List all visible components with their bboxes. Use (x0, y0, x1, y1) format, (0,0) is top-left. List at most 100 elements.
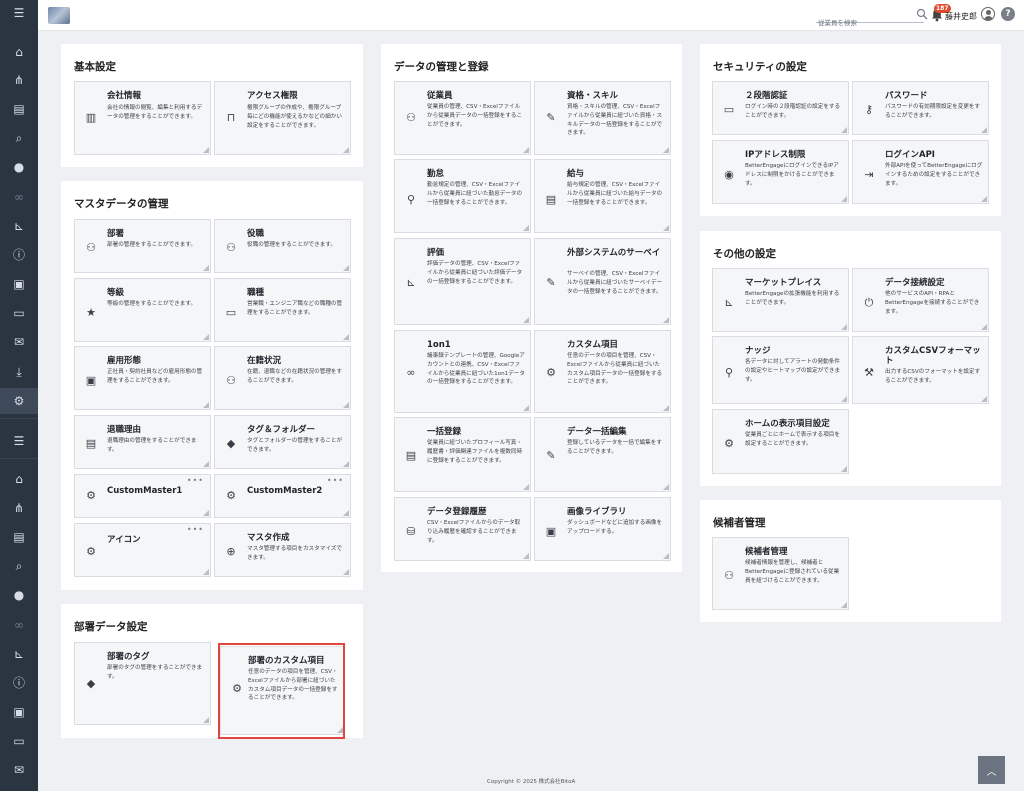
book-icon[interactable]: ▭ (0, 302, 38, 324)
badge-icon[interactable]: ▣ (0, 701, 38, 723)
home-icon[interactable]: ⌂ (0, 468, 38, 490)
card-title: 会社情報 (107, 91, 142, 101)
card-image-library[interactable]: ▣ 画像ライブラリ ダッシュボードなどに追加する画像をアップロードする。 (534, 497, 671, 561)
home-icon[interactable]: ⌂ (0, 41, 38, 63)
company-logo[interactable] (48, 7, 70, 24)
card-custom-csv-format[interactable]: ⚒ カスタムCSVフォーマット 出力するCSVのフォーマットを設定することができ… (852, 336, 989, 404)
card-title: 在籍状況 (247, 356, 282, 366)
chat-icon[interactable]: ● (0, 584, 38, 606)
card-description: 他のサービスのAPI・RPAとBetterEngageを接続することができます。 (885, 291, 980, 315)
more-options-icon[interactable]: ••• (327, 477, 344, 485)
panel-data-management: データの管理と登録 ⚇ 従業員 従業員の管理、CSV・Excelファイルから従業… (381, 44, 682, 572)
card-description: 給与規定の管理、CSV・Excelファイルから従業員に紐づいた給与データの一括登… (567, 182, 663, 206)
help-button[interactable]: ? (1001, 7, 1015, 21)
card-qualifications-skills[interactable]: ✎ 資格・スキル 資格・スキルの管理、CSV・Excelファイルから従業員に紐づ… (534, 81, 671, 155)
card-employees[interactable]: ⚇ 従業員 従業員の管理、CSV・Excelファイルから従業員データの一括登録を… (394, 81, 531, 155)
card-grade[interactable]: ★ 等級 等級の管理をすることができます。 (74, 278, 211, 342)
badge-icon[interactable]: ▣ (0, 273, 38, 295)
info-icon[interactable]: ⓘ (0, 244, 38, 266)
card-marketplace[interactable]: ⊾ マーケットプレイス BetterEngageの拡張機能を利用することができま… (712, 268, 849, 332)
scroll-to-top-button[interactable]: ︿ (978, 756, 1005, 784)
card-description: タグとフォルダーの管理をすることができます。 (247, 438, 343, 453)
search-icon[interactable] (916, 8, 928, 20)
home-settings-icon: ⚙ (724, 436, 734, 450)
user-name[interactable]: 藤井史郎 (945, 11, 977, 22)
highlight-box (218, 643, 345, 739)
card-description: 任意のデータの項目を管理、CSV・Excelファイルから従業員に紐づいたカスタム… (567, 353, 663, 386)
employee-search (816, 10, 924, 29)
card-employment-type[interactable]: ▣ 雇用形態 正社員・契約社員などの雇用形態の管理をすることができます。 (74, 346, 211, 410)
org-chart-icon[interactable]: ⋔ (0, 69, 38, 91)
card-enrollment-status[interactable]: ⚇ 在籍状況 在籍、退職などの在籍状況の管理をすることができます。 (214, 346, 351, 410)
card-evaluation[interactable]: ⊾ 評価 評価データの管理、CSV・Excelファイルから従業員に紐づいた評価デ… (394, 238, 531, 325)
panel-title: セキュリティの設定 (713, 61, 807, 73)
card-title: マスタ作成 (247, 533, 290, 543)
card-retirement-reason[interactable]: ▤ 退職理由 退職理由の管理をすることができます。 (74, 415, 211, 469)
bulk-upload-icon: ▤ (405, 448, 417, 462)
info-icon[interactable]: ⓘ (0, 672, 38, 694)
card-title: 画像ライブラリ (567, 507, 627, 517)
card-access-rights[interactable]: ⊓ アクセス権限 権限グループの作成や、権限グループ毎にどの機能が使えるかなどの… (214, 81, 351, 155)
link-icon[interactable]: ∞ (0, 614, 38, 636)
card-password[interactable]: ⚷ パスワード パスワードの有効期限設定を変更をすることができます。 (852, 81, 989, 135)
card-department-tags[interactable]: ◆ 部署のタグ 部署のタグの管理をすることができます。 (74, 642, 211, 725)
card-salary[interactable]: ▤ 給与 給与規定の管理、CSV・Excelファイルから従業員に紐づいた給与デー… (534, 159, 671, 233)
card-tag-folder[interactable]: ◆ タグ＆フォルダー タグとフォルダーの管理をすることができます。 (214, 415, 351, 469)
two-factor-icon: ▭ (723, 102, 735, 116)
card-bulk-edit[interactable]: ✎ データ一括編集 登録しているデータを一括で編集をすることができます。 (534, 417, 671, 492)
user-settings-icon[interactable]: ⚙ (0, 388, 38, 414)
menu-icon[interactable]: ☰ (0, 2, 38, 24)
card-description: CSV・Excelファイルからのデータ取り込み履歴を確認することができます。 (427, 520, 521, 544)
card-ip-restriction[interactable]: ◉ IPアドレス制限 BetterEngageにログインできるIPアドレスに制限… (712, 140, 849, 204)
card-icon-master[interactable]: ••• ⚙ アイコン (74, 523, 211, 577)
card-two-factor-auth[interactable]: ▭ ２段階認証 ログイン時の２段階認証の設定をすることができます。 (712, 81, 849, 135)
link-icon[interactable]: ∞ (0, 186, 38, 208)
status-icon: ⚇ (226, 373, 236, 387)
card-title: マーケットプレイス (745, 278, 822, 288)
org-chart-icon[interactable]: ⋔ (0, 497, 38, 519)
card-home-display-settings[interactable]: ⚙ ホームの表示項目設定 従業員ごとにホームで表示する項目を設定することができま… (712, 409, 849, 474)
card-create-master[interactable]: ⊕ マスタ作成 マスタ管理する項目をカスタマイズできます。 (214, 523, 351, 577)
user-avatar[interactable] (981, 7, 995, 21)
card-registration-history[interactable]: ⛁ データ登録履歴 CSV・Excelファイルからのデータ取り込み履歴を確認する… (394, 497, 531, 561)
card-position[interactable]: ⚇ 役職 役職の管理をすることができます。 (214, 219, 351, 273)
employee-search-input[interactable] (816, 17, 924, 29)
card-custom-fields[interactable]: ⚙ カスタム項目 任意のデータの項目を管理、CSV・Excelファイルから従業員… (534, 330, 671, 413)
card-external-survey[interactable]: ✎ 外部システムのサーベイ サーベイの管理、CSV・Excelファイルから従業員… (534, 238, 671, 325)
document-icon[interactable]: ▤ (0, 526, 38, 548)
card-title: 給与 (567, 169, 585, 179)
mail-icon[interactable]: ✉ (0, 331, 38, 353)
search-icon[interactable]: ⌕ (0, 555, 38, 577)
survey-icon: ✎ (546, 275, 556, 289)
card-candidate-management[interactable]: ⚇ 候補者管理 候補者情報を管理し、候補者とBetterEngageに登録されて… (712, 537, 849, 610)
card-login-api[interactable]: ⇥ ログインAPI 外部APIを使ってBetterEngageにログインするため… (852, 140, 989, 204)
card-nudge[interactable]: ⚲ ナッジ 各データに対してアラートの発動条件の設定やヒートマップの設定ができま… (712, 336, 849, 404)
chart-icon[interactable]: ⊾ (0, 215, 38, 237)
skill-icon: ✎ (546, 110, 556, 124)
card-company-info[interactable]: ▥ 会社情報 会社の情報の閲覧、編集と利用するデータの管理をすることができます。 (74, 81, 211, 155)
search-icon[interactable]: ⌕ (0, 127, 38, 149)
menu-icon[interactable]: ☰ (0, 430, 38, 452)
card-title: カスタム項目 (567, 340, 619, 350)
card-one-on-one[interactable]: ∞ 1on1 議事録テンプレートの管理、Googleアカウントとの連携、CSV・… (394, 330, 531, 413)
more-options-icon[interactable]: ••• (187, 526, 204, 534)
more-options-icon[interactable]: ••• (187, 477, 204, 485)
card-data-connection[interactable]: ⏻ データ接続設定 他のサービスのAPI・RPAとBetterEngageを接続… (852, 268, 989, 332)
briefcase-icon: ▭ (225, 305, 237, 319)
card-title: CustomMaster1 (107, 486, 183, 496)
card-description: 資格・スキルの管理、CSV・Excelファイルから従業員に紐づいた資格・スキルデ… (567, 104, 663, 137)
tag-icon: ◆ (226, 436, 236, 450)
mail-icon[interactable]: ✉ (0, 759, 38, 781)
chat-icon[interactable]: ● (0, 156, 38, 178)
card-description: サーベイの管理、CSV・Excelファイルから従業員に紐づいたサーベイデータの一… (567, 271, 663, 295)
card-department[interactable]: ⚇ 部署 部署の管理をすることができます。 (74, 219, 211, 273)
card-bulk-registration[interactable]: ▤ 一括登録 従業員に紐づいたプロフィール写真・履歴書・評価関連ファイルを複数同… (394, 417, 531, 492)
document-icon[interactable]: ▤ (0, 98, 38, 120)
download-icon[interactable]: ⤓ (0, 361, 38, 383)
card-attendance[interactable]: ⚲ 勤怠 勤怠規定の管理、CSV・Excelファイルから従業員に紐づいた勤怠デー… (394, 159, 531, 233)
card-custom-master-2[interactable]: ••• ⚙ CustomMaster2 (214, 474, 351, 518)
book-icon[interactable]: ▭ (0, 730, 38, 752)
card-custom-master-1[interactable]: ••• ⚙ CustomMaster1 (74, 474, 211, 518)
card-job-type[interactable]: ▭ 職種 営業職・エンジニア職などの職種の管理をすることができます。 (214, 278, 351, 342)
chart-icon[interactable]: ⊾ (0, 643, 38, 665)
